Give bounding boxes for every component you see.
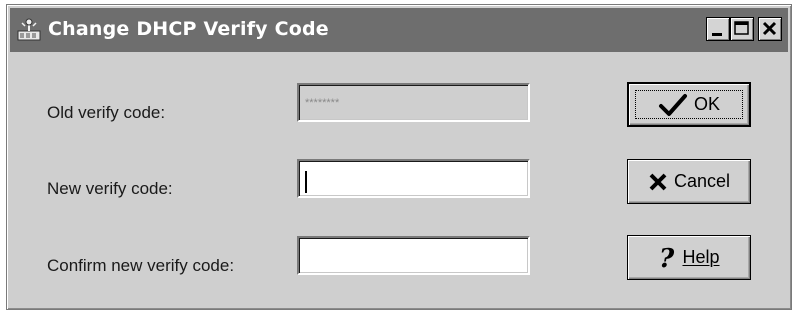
maximize-icon	[734, 21, 749, 35]
confirm-verify-code-field[interactable]	[297, 236, 530, 275]
old-verify-code-label: Old verify code:	[47, 103, 166, 122]
help-button[interactable]: ? Help	[627, 235, 751, 280]
text-cursor	[305, 171, 307, 193]
confirm-verify-code-label: Confirm new verify code:	[47, 256, 235, 275]
minimize-icon	[712, 33, 722, 36]
window-title: Change DHCP Verify Code	[48, 18, 329, 40]
cancel-x-icon	[649, 173, 667, 190]
close-icon	[762, 21, 777, 36]
cancel-button[interactable]: Cancel	[627, 159, 751, 204]
checkmark-icon	[658, 93, 687, 116]
close-button[interactable]	[758, 17, 782, 41]
title-bar[interactable]: Change DHCP Verify Code	[10, 8, 788, 52]
minimize-button[interactable]	[706, 17, 730, 41]
network-app-icon	[16, 17, 42, 43]
question-mark-icon: ?	[659, 245, 675, 271]
ok-button[interactable]: OK	[627, 82, 751, 127]
maximize-button[interactable]	[730, 17, 754, 41]
svg-text:?: ?	[659, 245, 675, 271]
new-verify-code-field[interactable]	[297, 159, 530, 198]
dialog-window: Change DHCP Verify Code Old verify code:…	[6, 4, 792, 310]
old-verify-code-field	[297, 83, 530, 122]
ok-button-label: OK	[693, 94, 720, 114]
cancel-button-label: Cancel	[673, 171, 731, 191]
new-verify-code-label: New verify code:	[47, 179, 173, 198]
help-button-label: Help	[682, 247, 720, 267]
